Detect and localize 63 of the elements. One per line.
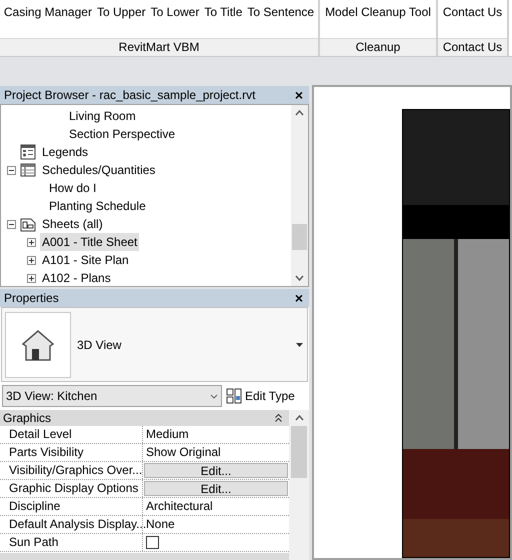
ribbon-button[interactable]: To Lower <box>150 4 200 20</box>
scroll-up-icon[interactable] <box>295 110 304 116</box>
tree-item[interactable]: How do I <box>47 179 98 197</box>
type-selector[interactable]: 3D View <box>1 307 308 382</box>
tree-item[interactable]: Legends <box>40 143 90 161</box>
scroll-down-icon[interactable] <box>295 275 304 281</box>
house-icon <box>20 328 56 362</box>
tree-item[interactable]: Schedules/Quantities <box>40 161 158 179</box>
collapse-icon[interactable] <box>7 166 16 174</box>
expand-icon[interactable] <box>27 238 36 246</box>
ribbon-button[interactable]: To Upper <box>96 4 146 20</box>
collapse-icon[interactable] <box>7 220 16 228</box>
scrollbar[interactable] <box>289 410 309 560</box>
panel-title: Properties <box>4 290 59 307</box>
close-button[interactable]: × <box>292 88 305 102</box>
edit-button[interactable]: Edit... <box>144 463 288 478</box>
category-header[interactable]: Graphics <box>0 410 289 426</box>
property-value[interactable]: Medium <box>143 426 289 443</box>
property-value[interactable]: Show Original <box>143 444 289 461</box>
property-value[interactable]: Architectural <box>143 498 289 515</box>
ribbon-button[interactable]: To Title <box>204 4 242 20</box>
scrollbar[interactable] <box>291 105 308 286</box>
property-name: Visibility/Graphics Over... <box>0 462 143 479</box>
property-name: Default Analysis Display... <box>0 516 143 533</box>
property-name: Graphic Display Options <box>0 480 143 497</box>
tree-item[interactable]: Planting Schedule <box>47 197 148 215</box>
legend-icon <box>20 144 36 160</box>
property-name: Sun Path <box>0 534 143 551</box>
tree-item[interactable]: A102 - Plans <box>40 269 113 286</box>
ribbon-button[interactable]: Casing Manager <box>4 4 92 20</box>
tree-item[interactable]: Section Perspective <box>67 125 178 143</box>
edit-type-icon <box>226 388 242 404</box>
instance-dropdown[interactable]: 3D View: Kitchen <box>2 385 222 407</box>
scroll-up-icon[interactable] <box>294 415 304 421</box>
panel-label: Contact Us <box>438 38 507 56</box>
panel-label: Cleanup <box>320 38 436 56</box>
close-button[interactable]: × <box>292 291 305 305</box>
checkbox[interactable] <box>146 536 159 549</box>
chevron-down-icon <box>210 394 218 398</box>
tree-item[interactable]: Living Room <box>67 107 138 125</box>
ribbon-button[interactable]: Contact Us <box>442 4 502 20</box>
dropdown-arrow-icon <box>296 342 303 346</box>
property-name: Discipline <box>0 498 143 515</box>
expand-icon[interactable] <box>27 274 36 282</box>
expand-icon[interactable] <box>27 256 36 264</box>
view-canvas[interactable] <box>312 85 512 560</box>
ribbon-button[interactable]: Model Cleanup Tool <box>325 4 431 20</box>
edit-type-button[interactable]: Edit Type <box>226 387 295 405</box>
sheet-icon <box>20 216 36 232</box>
edit-button[interactable]: Edit... <box>144 481 288 496</box>
tree-item[interactable]: A101 - Site Plan <box>40 251 131 269</box>
panel-title: Project Browser - rac_basic_sample_project.rvt <box>4 87 256 104</box>
scroll-thumb[interactable] <box>291 426 307 478</box>
type-name: 3D View <box>77 336 122 354</box>
tree-item[interactable]: Sheets (all) <box>40 215 105 233</box>
panel-label: RevitMart VBM <box>0 38 318 56</box>
tree-item[interactable]: A001 - Title Sheet <box>40 233 140 251</box>
property-name: Parts Visibility <box>0 444 143 461</box>
ribbon-button[interactable]: To Sentence <box>247 4 314 20</box>
property-name: Detail Level <box>0 426 143 443</box>
scroll-thumb[interactable] <box>292 224 307 250</box>
table-icon <box>20 162 36 178</box>
collapse-icon[interactable] <box>275 414 282 422</box>
